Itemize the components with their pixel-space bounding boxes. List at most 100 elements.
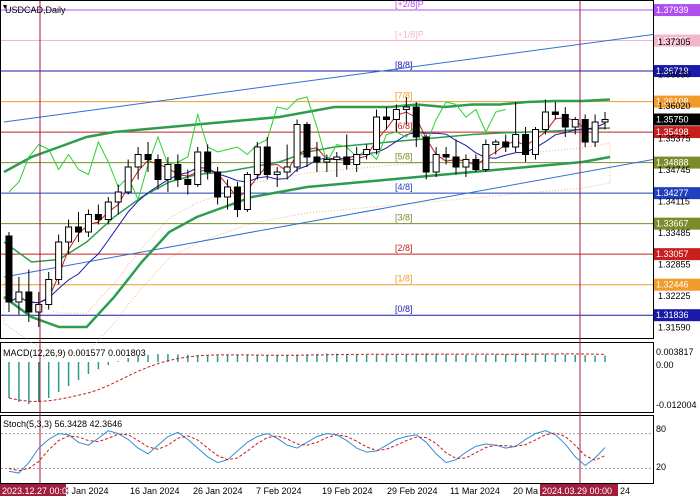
candle-body-48 [482,144,490,170]
candle-body-26 [263,146,271,175]
candle-body-2 [25,291,33,313]
candle-body-51 [512,134,520,148]
candle-body-43 [432,154,440,173]
price-tick-3: 1.35375 [658,133,691,143]
candle-body-22 [224,186,232,198]
price-tick-6: 1.33485 [658,228,691,238]
candle-body-59 [591,121,599,143]
time-label-6: 11 Mar 2024 [450,486,500,496]
candle-body-18 [184,179,192,185]
murray-name-10: [0/8] [395,304,413,314]
candle-body-33 [333,156,341,160]
candle-body-49 [492,141,500,145]
candle-body-58 [581,119,589,143]
candle-body-47 [472,159,480,170]
stoch-axis-80: 80 [656,424,666,434]
candle-body-30 [303,124,311,158]
candle-body-11 [114,191,122,203]
candle-body-7 [75,226,83,233]
candle-body-9 [94,214,102,220]
candle-body-40 [402,106,410,110]
murray-price-0: 1.37939 [656,5,689,15]
current-price-label: 1.35750 [656,115,689,125]
symbol-title: USDCAD,Daily [5,5,66,15]
candle-body-36 [363,149,371,155]
macd-axis-zero: 0.00 [656,360,674,370]
price-tick-0: 1.37305 [658,37,691,47]
candle-body-27 [273,171,281,175]
candle-body-54 [541,111,549,130]
price-tick-7: 1.32855 [658,259,691,269]
candle-body-57 [571,119,579,128]
candle-body-52 [522,134,530,155]
candle-body-21 [214,171,222,198]
time-label-8: 24 [620,486,630,496]
time-label-1: 16 Jan 2024 [130,486,180,496]
murray-name-6: [4/8] [395,182,413,192]
murray-name-4: [6/8] [395,121,413,131]
murray-name-5: [5/8] [395,152,413,162]
candle-body-15 [154,159,162,180]
macd-axis-top: 0.003817 [656,347,694,357]
candle-body-17 [174,164,182,180]
price-tick-4: 1.34745 [658,165,691,175]
candle-body-8 [84,214,92,233]
candle-body-4 [45,279,53,305]
cursor-date-label: 2024.03.29 00:00 [542,486,612,496]
murray-name-9: [1/8] [395,274,413,284]
start-date-label: 2023.12.27 00:00 [2,486,72,496]
candle-body-5 [55,241,63,280]
candle-body-50 [502,141,510,148]
candle-body-32 [323,159,331,163]
time-label-5: 29 Feb 2024 [387,486,438,496]
candle-body-38 [382,116,390,120]
candle-body-46 [462,159,470,168]
candle-body-16 [164,164,172,180]
stoch-axis-20: 20 [656,462,666,472]
murray-price-10: 1.31836 [656,310,689,320]
price-tick-1: 1.36650 [658,70,691,80]
candle-body-24 [243,174,251,210]
candle-body-3 [35,304,43,313]
candle-body-34 [343,156,351,165]
price-tick-5: 1.34115 [658,196,690,206]
candle-body-41 [412,106,420,138]
stoch-label: Stoch(5,3,3) 56.3428 42.3646 [3,419,122,429]
candle-body-23 [233,186,241,210]
candle-body-6 [65,226,73,243]
candle-body-19 [194,151,202,185]
time-label-4: 19 Feb 2024 [322,486,373,496]
candle-body-60 [601,119,609,123]
murray-name-3: [7/8] [395,91,413,101]
candle-body-25 [253,146,261,175]
price-tick-9: 1.31590 [658,323,691,333]
candle-body-20 [204,151,212,173]
candle-body-35 [353,154,361,165]
candle-body-56 [561,114,569,128]
chart-canvas[interactable]: [+2/8]P1.37939[+1/8]P1.37329[8/8]1.36719… [0,0,700,500]
murray-name-0: [+2/8]P [395,0,424,9]
candle-body-28 [283,166,291,173]
murray-name-7: [3/8] [395,213,413,223]
time-label-3: 7 Feb 2024 [256,486,302,496]
price-tick-2: 1.36020 [658,101,691,111]
time-label-7: 20 Ma [513,486,538,496]
murray-price-8: 1.33057 [656,249,689,259]
macd-label: MACD(12,26,9) 0.001577 0.001803 [3,348,146,358]
candle-body-10 [104,201,112,220]
candle-body-53 [531,129,539,155]
candle-body-1 [15,291,23,303]
candle-body-55 [551,111,559,115]
candle-body-31 [313,156,321,163]
candle-body-12 [124,166,132,193]
candle-body-13 [134,154,142,168]
candle-body-29 [293,124,301,168]
candle-body-39 [392,109,400,120]
murray-price-9: 1.32446 [656,280,689,290]
candle-body-37 [373,116,381,150]
candle-body-44 [442,154,450,158]
candle-body-14 [144,154,152,160]
price-tick-8: 1.32225 [658,291,691,301]
time-label-2: 26 Jan 2024 [193,486,243,496]
murray-name-1: [+1/8]P [395,30,424,40]
